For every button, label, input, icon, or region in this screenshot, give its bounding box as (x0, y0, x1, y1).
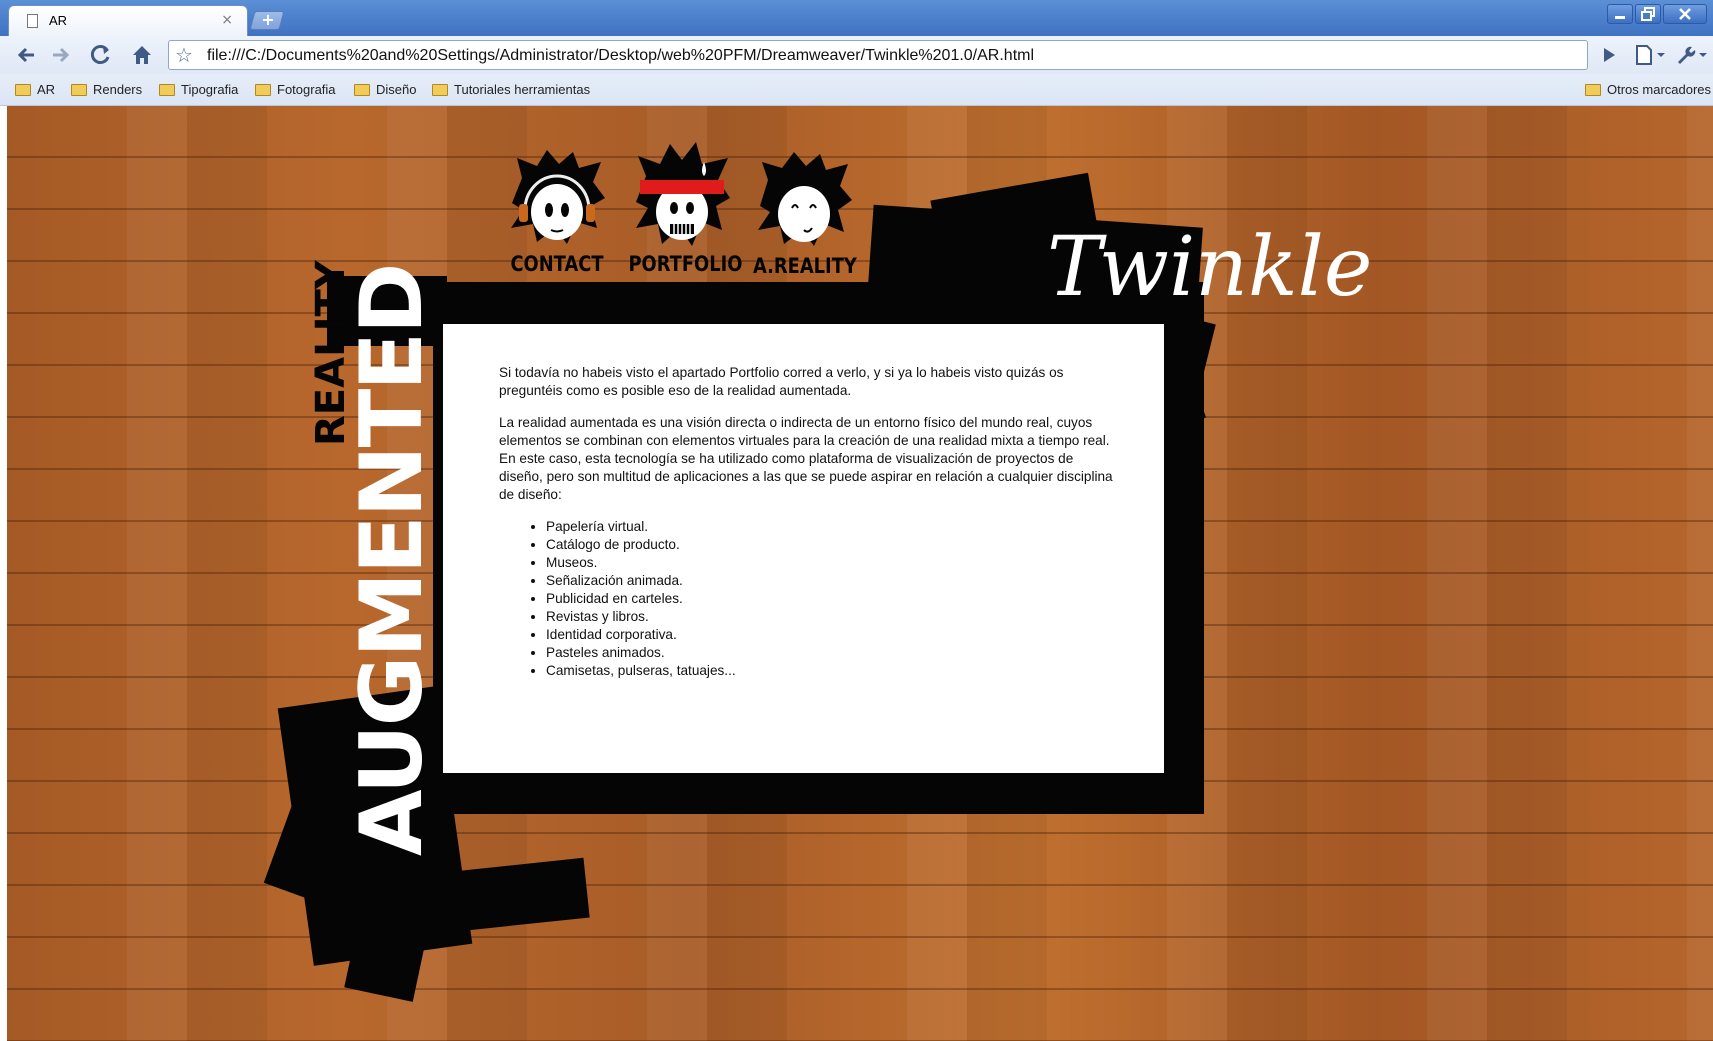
new-tab-button[interactable]: + (249, 10, 285, 30)
other-bookmarks[interactable]: Otros marcadores (1585, 82, 1711, 97)
tab-title: AR (49, 13, 68, 28)
page-viewport: Si todavía no habeis visto el apartado P… (7, 106, 1713, 1041)
nav-portfolio[interactable]: PORTFOLIO (619, 142, 745, 276)
folder-icon (432, 84, 448, 96)
paragraph-definition: La realidad aumentada es una visión dire… (499, 415, 1113, 502)
list-item: Publicidad en carteles. (546, 590, 1119, 608)
bookmark-renders[interactable]: Renders (71, 82, 142, 97)
list-item: Museos. (546, 554, 1119, 572)
nav-portfolio-label: PORTFOLIO (628, 252, 743, 276)
nav-contact-label: CONTACT (510, 252, 604, 276)
list-item: Camisetas, pulseras, tatuajes... (546, 662, 1119, 680)
folder-icon (15, 84, 31, 96)
list-item: Identidad corporativa. (546, 626, 1119, 644)
side-title-augmented: AUGMENTED (342, 264, 442, 856)
browser-window: AR × + ☆ file:///C:/Documents%20and%20Se… (0, 0, 1713, 1041)
folder-icon (71, 84, 87, 96)
bookmark-tutoriales[interactable]: Tutoriales herramientas (432, 82, 590, 97)
url-text[interactable]: file:///C:/Documents%20and%20Settings/Ad… (207, 47, 1034, 65)
nav-contact[interactable]: CONTACT (497, 148, 617, 276)
minimize-icon[interactable] (1607, 4, 1633, 24)
list-item: Papelería virtual. (546, 518, 1119, 536)
list-item: Catálogo de producto. (546, 536, 1119, 554)
wrench-menu-icon[interactable] (1672, 42, 1712, 68)
bookmark-ar[interactable]: AR (15, 82, 55, 97)
toolbar: ☆ file:///C:/Documents%20and%20Settings/… (0, 36, 1713, 74)
tab-close-icon[interactable]: × (221, 12, 233, 28)
bookmarks-bar: AR Renders Tipografia Fotografia Diseño … (0, 74, 1713, 106)
bookmark-star-icon[interactable]: ☆ (175, 43, 193, 67)
bookmark-fotografia[interactable]: Fotografia (255, 82, 336, 97)
address-bar[interactable]: ☆ file:///C:/Documents%20and%20Settings/… (168, 40, 1588, 70)
title-bar: AR × + (0, 0, 1713, 36)
twinkle-logo[interactable]: Twinkle (1047, 220, 1372, 315)
bookmark-tipografia[interactable]: Tipografia (159, 82, 238, 97)
go-icon[interactable] (1594, 42, 1624, 68)
list-item: Revistas y libros. (546, 608, 1119, 626)
nav-areality-label: A.REALITY (753, 254, 857, 278)
tab-ar[interactable]: AR × (8, 5, 248, 36)
headband-face-icon (632, 142, 732, 248)
page-icon (27, 14, 38, 28)
folder-icon (354, 84, 370, 96)
forward-icon[interactable] (45, 42, 75, 68)
folder-icon (255, 84, 271, 96)
folder-icon (159, 84, 175, 96)
home-icon[interactable] (127, 42, 157, 68)
folder-icon (1585, 84, 1601, 96)
smiling-face-icon (754, 150, 854, 250)
side-title-reality: REALITY (308, 260, 354, 446)
list-item: Señalización animada. (546, 572, 1119, 590)
back-icon[interactable] (12, 42, 42, 68)
applications-list: Papelería virtual. Catálogo de producto.… (499, 518, 1119, 680)
paragraph-intro: Si todavía no habeis visto el apartado P… (499, 365, 1064, 398)
headphones-face-icon (507, 148, 607, 248)
article: Si todavía no habeis visto el apartado P… (499, 364, 1119, 680)
nav-areality[interactable]: A.REALITY (744, 150, 864, 278)
reload-icon[interactable] (86, 42, 116, 68)
restore-icon[interactable] (1635, 4, 1661, 24)
page-menu-icon[interactable] (1630, 42, 1670, 68)
close-icon[interactable] (1663, 4, 1707, 24)
bookmark-diseno[interactable]: Diseño (354, 82, 416, 97)
plus-icon: + (261, 10, 275, 29)
list-item: Pasteles animados. (546, 644, 1119, 662)
